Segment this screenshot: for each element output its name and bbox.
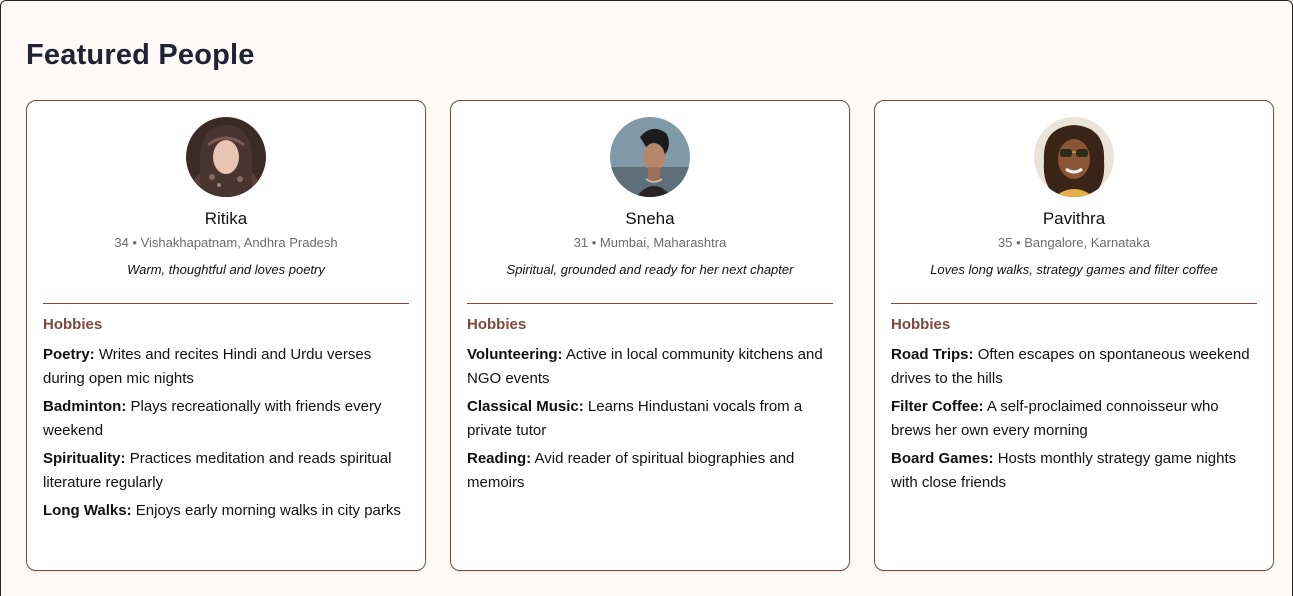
- person-card-ritika[interactable]: Ritika 34 • Vishakhapatnam, Andhra Prade…: [26, 100, 426, 571]
- person-tagline: Spiritual, grounded and ready for her ne…: [506, 262, 794, 277]
- hobby-item: Spirituality: Practices meditation and r…: [43, 447, 409, 495]
- people-cards: Ritika 34 • Vishakhapatnam, Andhra Prade…: [26, 100, 1274, 571]
- person-name: Pavithra: [1042, 209, 1106, 228]
- person-meta: 31 • Mumbai, Maharashtra: [573, 235, 727, 250]
- hobby-item: Long Walks: Enjoys early morning walks i…: [43, 499, 409, 523]
- hobby-item: Road Trips: Often escapes on spontaneous…: [891, 343, 1257, 391]
- hobby-title: Badminton:: [43, 398, 127, 415]
- person-name: Ritika: [204, 209, 248, 228]
- person-card-pavithra[interactable]: Pavithra 35 • Bangalore, Karnataka Loves…: [874, 100, 1274, 571]
- person-card-sneha[interactable]: Sneha 31 • Mumbai, Maharashtra Spiritual…: [450, 100, 850, 571]
- page-title: Featured People: [26, 39, 255, 71]
- hobbies-heading: Hobbies: [43, 316, 103, 333]
- hobby-title: Classical Music:: [467, 398, 584, 415]
- hobby-item: Board Games: Hosts monthly strategy game…: [891, 447, 1257, 495]
- hobby-title: Spirituality:: [43, 450, 126, 467]
- hobby-item: Poetry: Writes and recites Hindi and Urd…: [43, 343, 409, 391]
- hobby-item: Filter Coffee: A self-proclaimed connois…: [891, 395, 1257, 443]
- avatar: [1034, 117, 1114, 197]
- hobby-title: Poetry:: [43, 346, 95, 363]
- hobby-title: Reading:: [467, 450, 532, 467]
- person-name: Sneha: [625, 209, 675, 228]
- hobby-item: Volunteering: Active in local community …: [467, 343, 833, 391]
- divider: [43, 303, 409, 304]
- hobby-desc: Enjoys early morning walks in city parks: [135, 502, 401, 519]
- hobby-title: Road Trips:: [891, 346, 974, 363]
- hobbies-heading: Hobbies: [467, 316, 527, 333]
- hobby-title: Volunteering:: [467, 346, 563, 363]
- person-tagline: Loves long walks, strategy games and fil…: [930, 262, 1218, 277]
- person-tagline: Warm, thoughtful and loves poetry: [127, 262, 325, 277]
- person-meta: 34 • Vishakhapatnam, Andhra Pradesh: [114, 235, 338, 250]
- divider: [467, 303, 833, 304]
- divider: [891, 303, 1257, 304]
- hobby-title: Board Games:: [891, 450, 994, 467]
- person-meta: 35 • Bangalore, Karnataka: [998, 235, 1150, 250]
- hobby-title: Long Walks:: [43, 502, 132, 519]
- hobbies-heading: Hobbies: [891, 316, 951, 333]
- hobby-item: Badminton: Plays recreationally with fri…: [43, 395, 409, 443]
- avatar: [186, 117, 266, 197]
- page-frame: Featured People Ritika 34 • Vishakhapatn…: [0, 0, 1293, 596]
- hobby-item: Classical Music: Learns Hindustani vocal…: [467, 395, 833, 443]
- avatar: [610, 117, 690, 197]
- hobby-item: Reading: Avid reader of spiritual biogra…: [467, 447, 833, 495]
- hobby-title: Filter Coffee:: [891, 398, 984, 415]
